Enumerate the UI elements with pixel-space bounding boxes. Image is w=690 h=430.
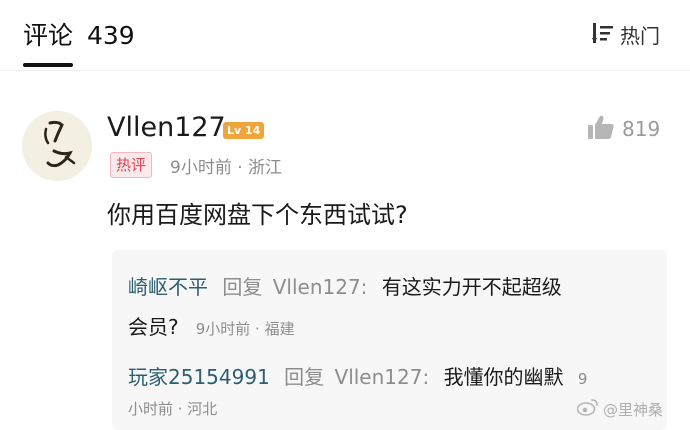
- header-divider: [0, 70, 690, 71]
- reply-text-cont: 会员?: [128, 315, 179, 339]
- like-count: 819: [622, 117, 661, 141]
- reply-1-line2: 会员? 9小时前 · 福建: [128, 311, 295, 340]
- sort-hot-button[interactable]: 热门: [592, 20, 660, 49]
- comments-title: 评论 439: [23, 16, 135, 52]
- reply-meta: 9小时前 · 福建: [195, 320, 295, 338]
- watermark-text: @里神桑: [603, 400, 664, 419]
- comments-count: 439: [86, 21, 135, 50]
- reply-meta: 9: [577, 370, 588, 388]
- tab-underline: [23, 63, 73, 67]
- like-button[interactable]: 819: [588, 115, 660, 143]
- sort-icon: [592, 22, 614, 47]
- hot-comment-badge: 热评: [110, 152, 153, 178]
- reply-text: 有这实力开不起超级: [381, 275, 562, 299]
- comments-label: 评论: [23, 21, 74, 50]
- reply-user[interactable]: 崎岖不平: [128, 275, 208, 299]
- level-badge: Lv 14: [223, 122, 265, 139]
- thumbs-up-icon: [588, 115, 614, 143]
- reply-2-meta: 小时前 · 河北: [128, 400, 218, 418]
- sort-label: 热门: [620, 24, 660, 48]
- reply-action: 回复: [222, 275, 263, 299]
- comment-username[interactable]: Vllen127: [107, 112, 226, 143]
- reply-text: 我懂你的幽默: [443, 365, 564, 389]
- reply-2-line1: 玩家25154991 回复 Vllen127: 我懂你的幽默 9: [128, 361, 587, 390]
- reply-target[interactable]: Vllen127:: [335, 365, 430, 389]
- reply-target[interactable]: Vllen127:: [273, 275, 368, 299]
- weibo-watermark: @里神桑: [576, 398, 664, 420]
- reply-user[interactable]: 玩家25154991: [128, 365, 270, 389]
- weibo-logo-icon: [576, 398, 599, 420]
- avatar[interactable]: [22, 111, 92, 181]
- comment-text: 你用百度网盘下个东西试试?: [107, 201, 408, 229]
- reply-action: 回复: [284, 365, 325, 389]
- comment-meta: 9小时前 · 浙江: [170, 158, 283, 178]
- reply-1-line1: 崎岖不平 回复 Vllen127: 有这实力开不起超级: [128, 271, 562, 300]
